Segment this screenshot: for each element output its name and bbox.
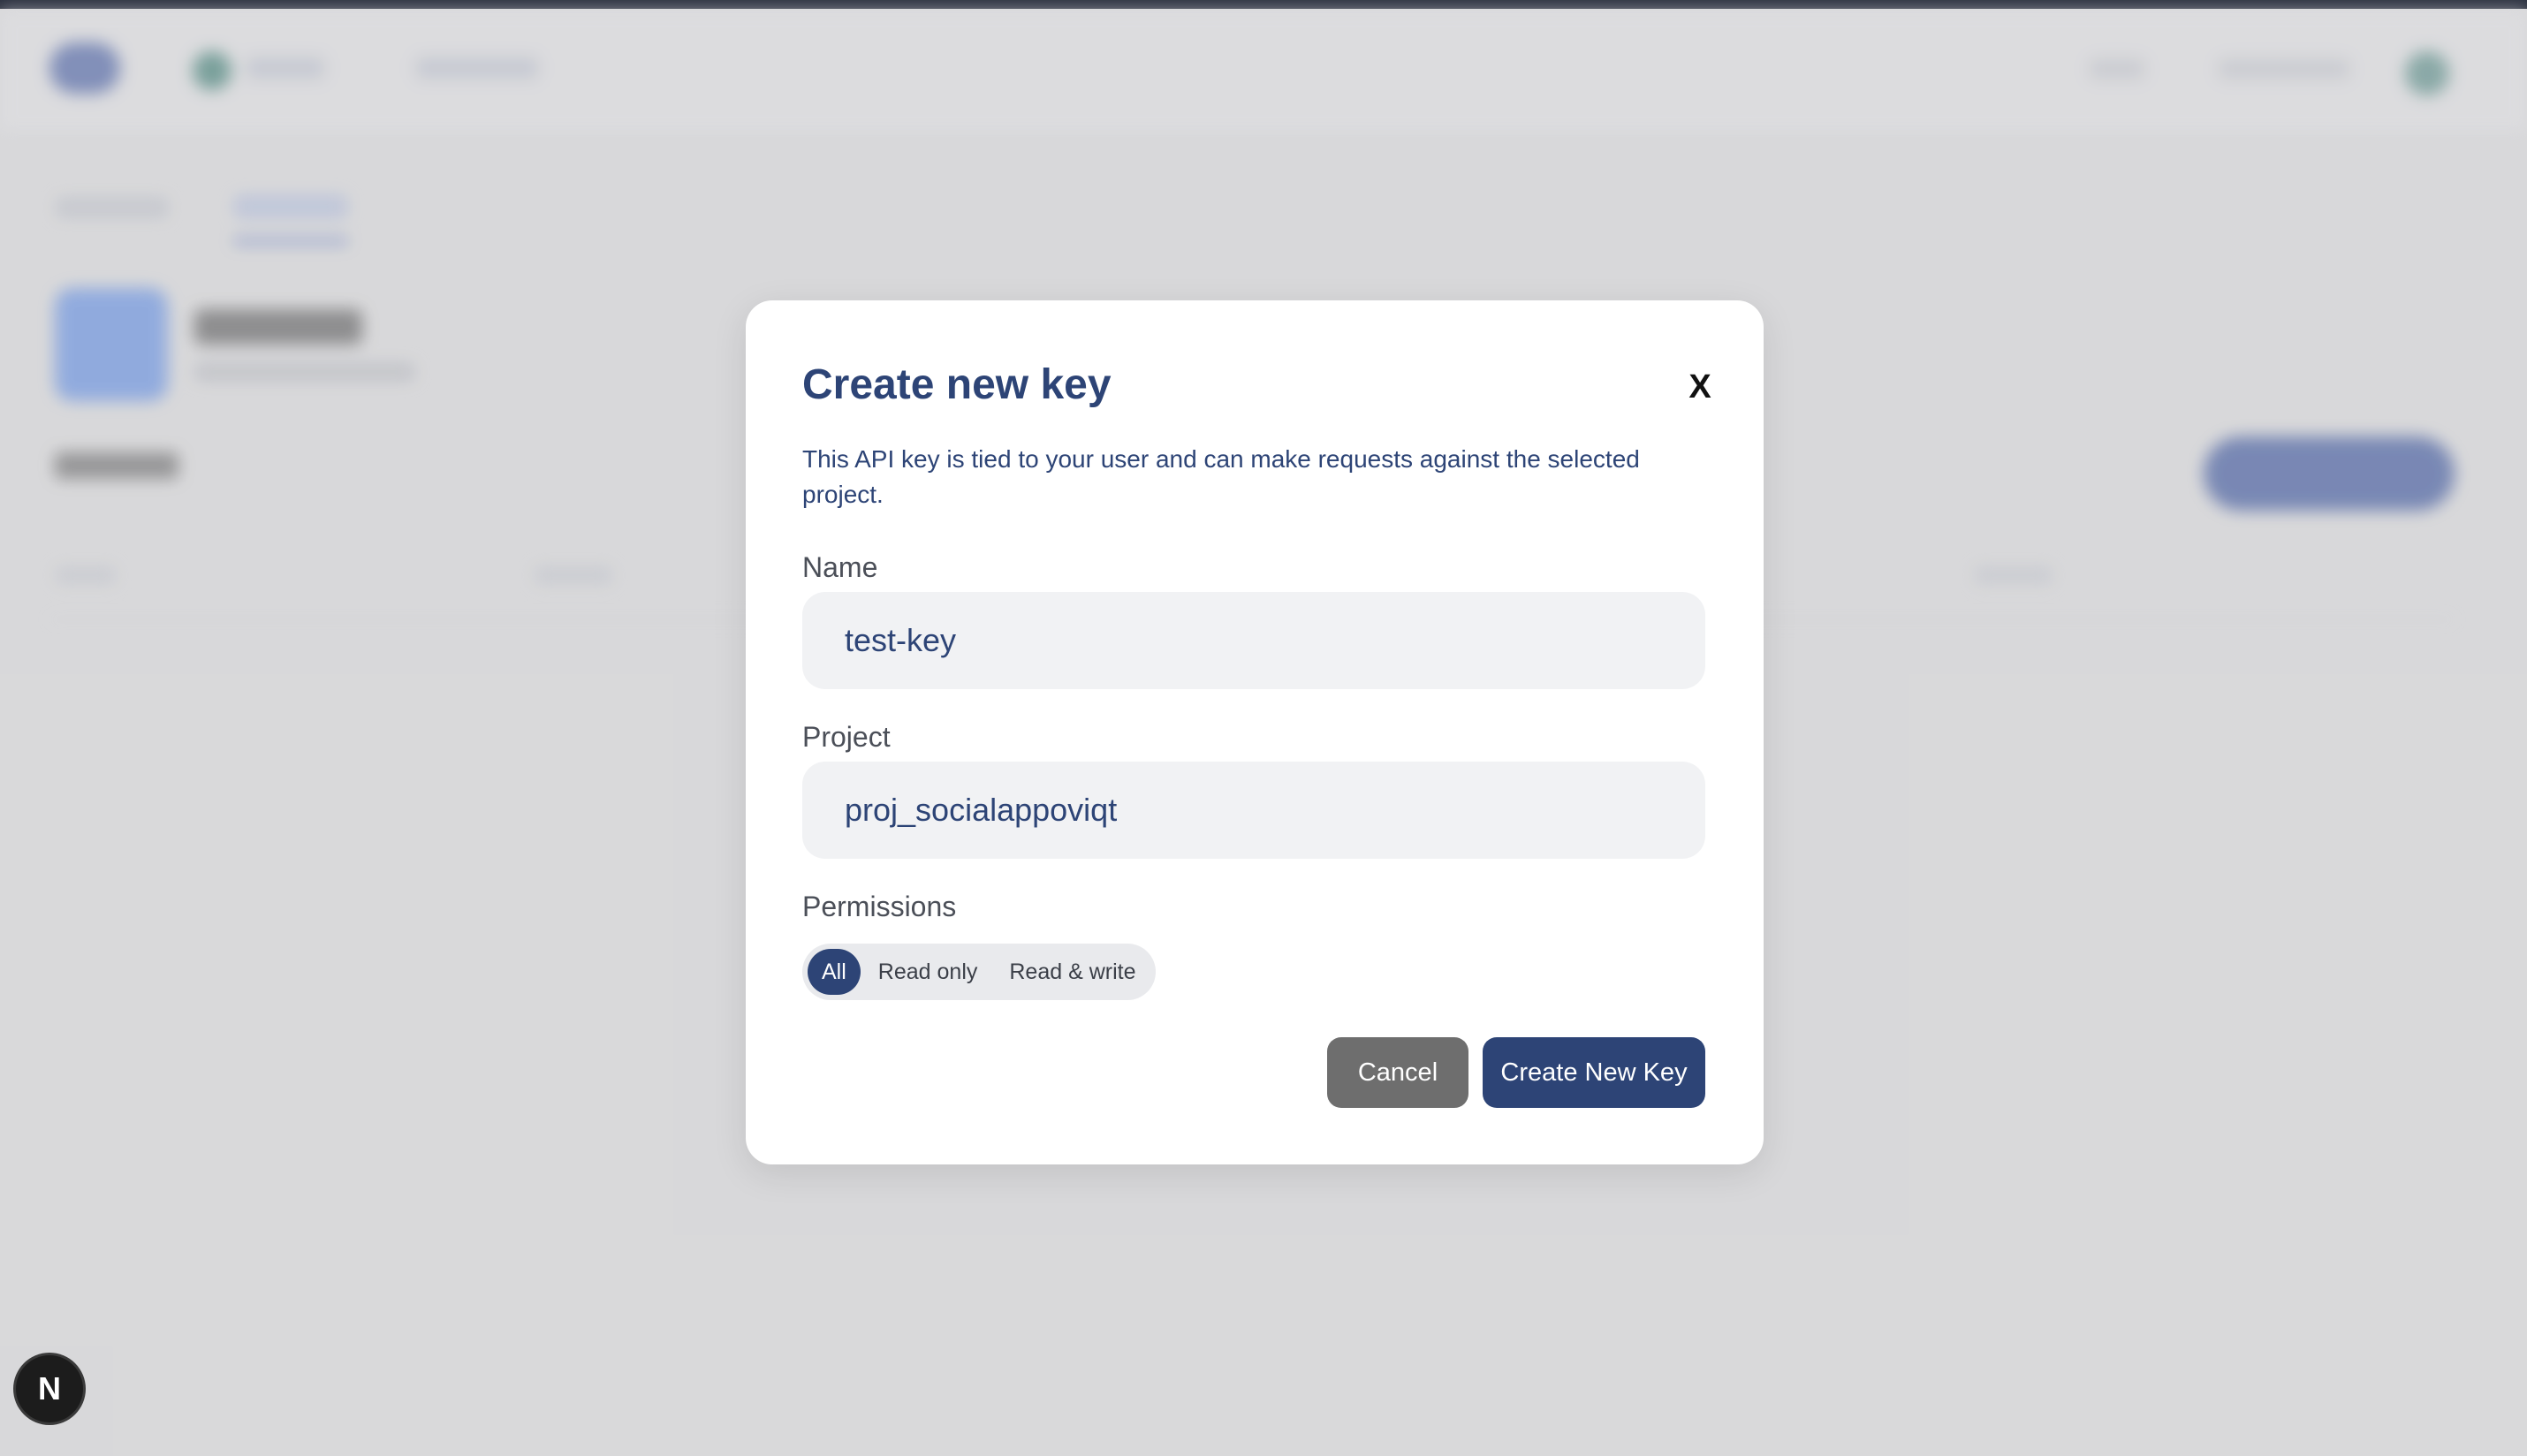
cancel-button[interactable]: Cancel — [1327, 1037, 1468, 1108]
permissions-label: Permissions — [802, 891, 957, 922]
dialog-title: Create new key — [802, 361, 1112, 408]
next-dev-badge[interactable]: N — [16, 1355, 83, 1422]
close-button[interactable]: X — [1675, 362, 1725, 412]
permission-read-write[interactable]: Read & write — [995, 949, 1150, 995]
name-input[interactable] — [802, 592, 1705, 689]
project-input[interactable] — [802, 762, 1705, 859]
project-label: Project — [802, 721, 891, 753]
permissions-toggle-group: All Read only Read & write — [802, 944, 1156, 1000]
create-key-dialog: Create new key X This API key is tied to… — [746, 300, 1764, 1164]
permission-read-only[interactable]: Read only — [864, 949, 992, 995]
permission-all[interactable]: All — [808, 949, 861, 995]
create-new-key-button[interactable]: Create New Key — [1483, 1037, 1705, 1108]
dialog-description: This API key is tied to your user and ca… — [802, 445, 1640, 508]
name-label: Name — [802, 551, 878, 583]
